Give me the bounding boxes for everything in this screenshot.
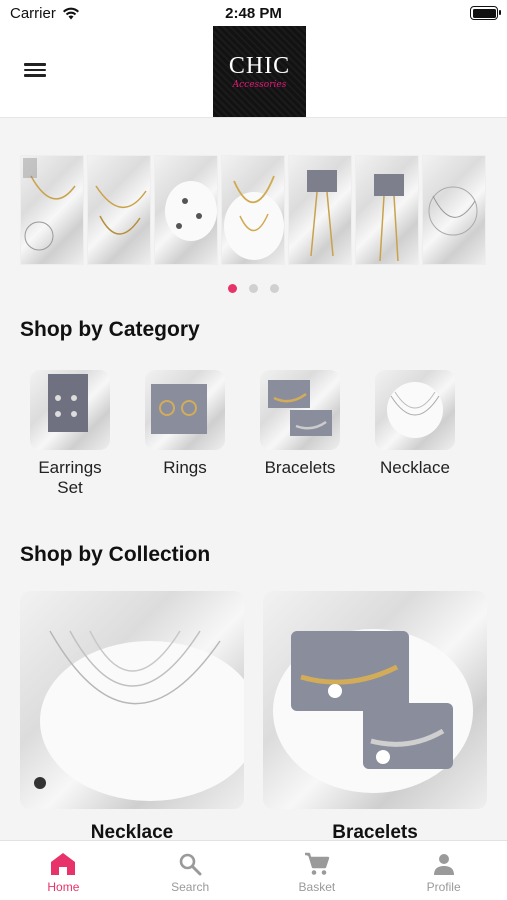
bottom-tab-bar: Home Search Basket Profile — [0, 840, 507, 900]
category-label: Earrings Set — [38, 458, 102, 497]
tab-search[interactable]: Search — [127, 841, 254, 900]
collection-card-bracelets[interactable] — [263, 591, 487, 809]
carousel-slide[interactable] — [422, 155, 486, 265]
carousel-slide[interactable] — [87, 155, 151, 265]
logo-tagline: Accessories — [232, 79, 287, 90]
carousel-pagination — [0, 284, 507, 293]
profile-icon — [433, 854, 454, 875]
category-image — [145, 370, 225, 450]
search-icon — [179, 853, 202, 876]
menu-button[interactable] — [22, 60, 48, 82]
tab-label: Search — [171, 880, 210, 894]
category-item-rings[interactable]: Rings — [135, 370, 235, 478]
category-item-necklace[interactable]: Necklace — [365, 370, 465, 478]
app-header: CHIC Accessories — [0, 26, 507, 118]
cart-icon — [304, 852, 330, 875]
battery-icon — [470, 6, 501, 20]
collection-card-necklace[interactable] — [20, 591, 244, 809]
tab-profile[interactable]: Profile — [380, 841, 507, 900]
carousel-slide[interactable] — [154, 155, 218, 265]
carousel-slide[interactable] — [288, 155, 352, 265]
collection-section-title: Shop by Collection — [20, 543, 211, 566]
category-list: Earrings Set Rings Bracelets Necklace — [20, 370, 487, 500]
status-bar: Carrier 2:48 PM — [0, 0, 507, 26]
category-section-title: Shop by Category — [20, 318, 200, 341]
tab-label: Basket — [298, 880, 336, 894]
category-label: Rings — [163, 458, 207, 477]
tab-home[interactable]: Home — [0, 841, 127, 900]
category-image — [375, 370, 455, 450]
carousel-slide[interactable] — [20, 155, 84, 265]
collection-image — [273, 629, 473, 793]
brand-logo: CHIC Accessories — [213, 26, 306, 117]
tab-basket[interactable]: Basket — [254, 841, 381, 900]
category-image — [260, 370, 340, 450]
category-item-bracelets[interactable]: Bracelets — [250, 370, 350, 478]
carousel-slide[interactable] — [355, 155, 419, 265]
category-label: Bracelets — [264, 458, 336, 477]
carousel-dot[interactable] — [228, 284, 237, 293]
tab-label: Profile — [426, 880, 461, 894]
category-image — [30, 370, 110, 450]
category-item-earrings-set[interactable]: Earrings Set — [20, 370, 120, 498]
carousel-dot[interactable] — [249, 284, 258, 293]
carousel-slide[interactable] — [221, 155, 285, 265]
tab-label: Home — [47, 880, 80, 894]
home-icon — [51, 853, 76, 875]
status-time: 2:48 PM — [225, 5, 282, 22]
carousel-dot[interactable] — [270, 284, 279, 293]
collection-image — [34, 630, 244, 801]
banner-carousel[interactable] — [20, 155, 487, 265]
category-label: Necklace — [380, 458, 450, 477]
logo-wordmark: CHIC — [228, 52, 291, 79]
